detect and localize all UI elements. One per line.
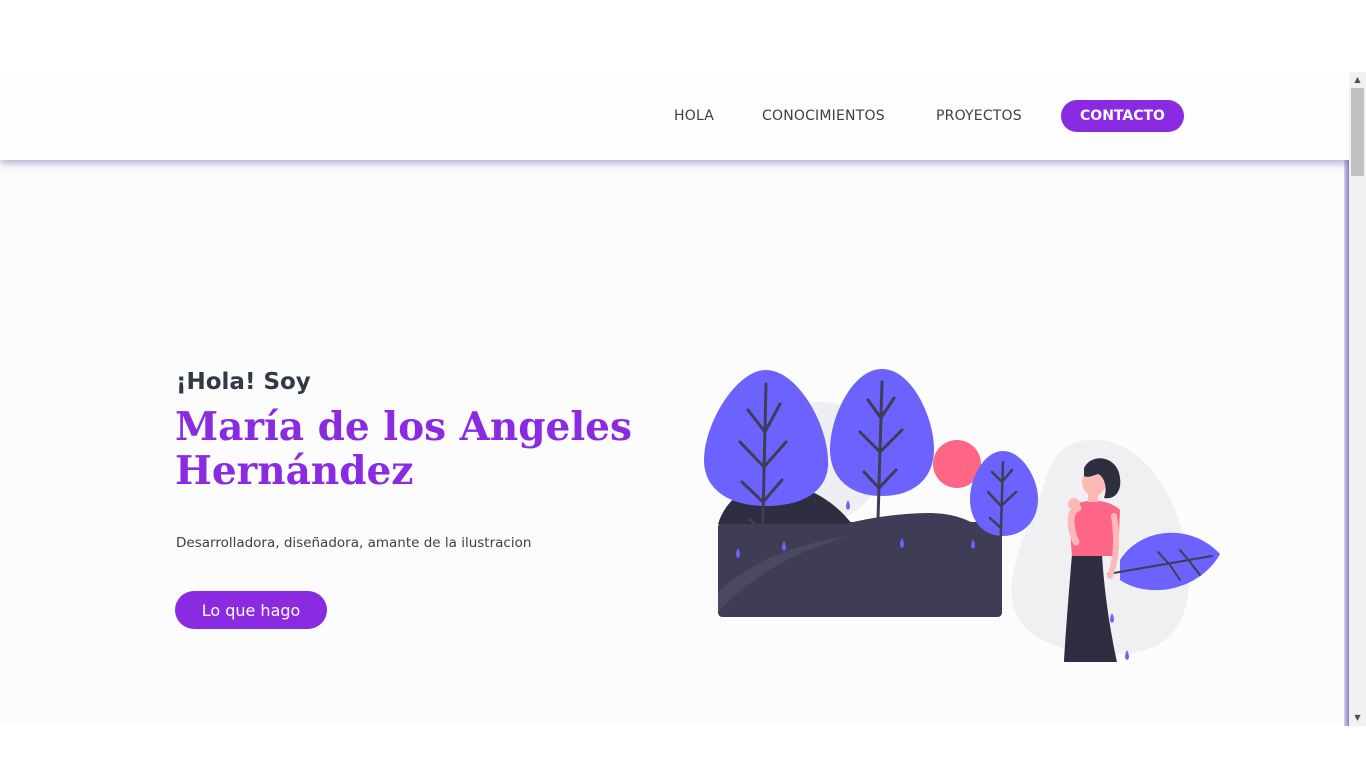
hero-name-line1: María de los Angeles (175, 404, 632, 450)
vertical-scrollbar[interactable]: ▲ ▼ (1349, 72, 1366, 726)
scrollbar-thumb[interactable] (1351, 88, 1364, 176)
navbar: HOLA CONOCIMIENTOS PROYECTOS CONTACTO (0, 72, 1349, 160)
hero-greeting: ¡Hola! Soy (176, 369, 311, 395)
nav-link-hola[interactable]: HOLA (674, 108, 714, 124)
lo-que-hago-button[interactable]: Lo que hago (175, 591, 327, 629)
nav-link-proyectos[interactable]: PROYECTOS (936, 108, 1022, 124)
hero-name-line2: Hernández (175, 448, 414, 494)
scroll-down-arrow-icon[interactable]: ▼ (1349, 710, 1366, 726)
hero-name: María de los Angeles Hernández (175, 405, 645, 493)
nav-contact-button[interactable]: CONTACTO (1061, 100, 1184, 132)
page-viewport: HOLA CONOCIMIENTOS PROYECTOS CONTACTO ¡H… (0, 72, 1349, 726)
person-hand (1068, 498, 1080, 510)
nav-link-conocimientos[interactable]: CONOCIMIENTOS (762, 108, 885, 124)
hero-tagline: Desarrolladora, diseñadora, amante de la… (176, 535, 532, 551)
scroll-up-arrow-icon[interactable]: ▲ (1349, 72, 1366, 88)
hero-illustration (704, 369, 1220, 662)
